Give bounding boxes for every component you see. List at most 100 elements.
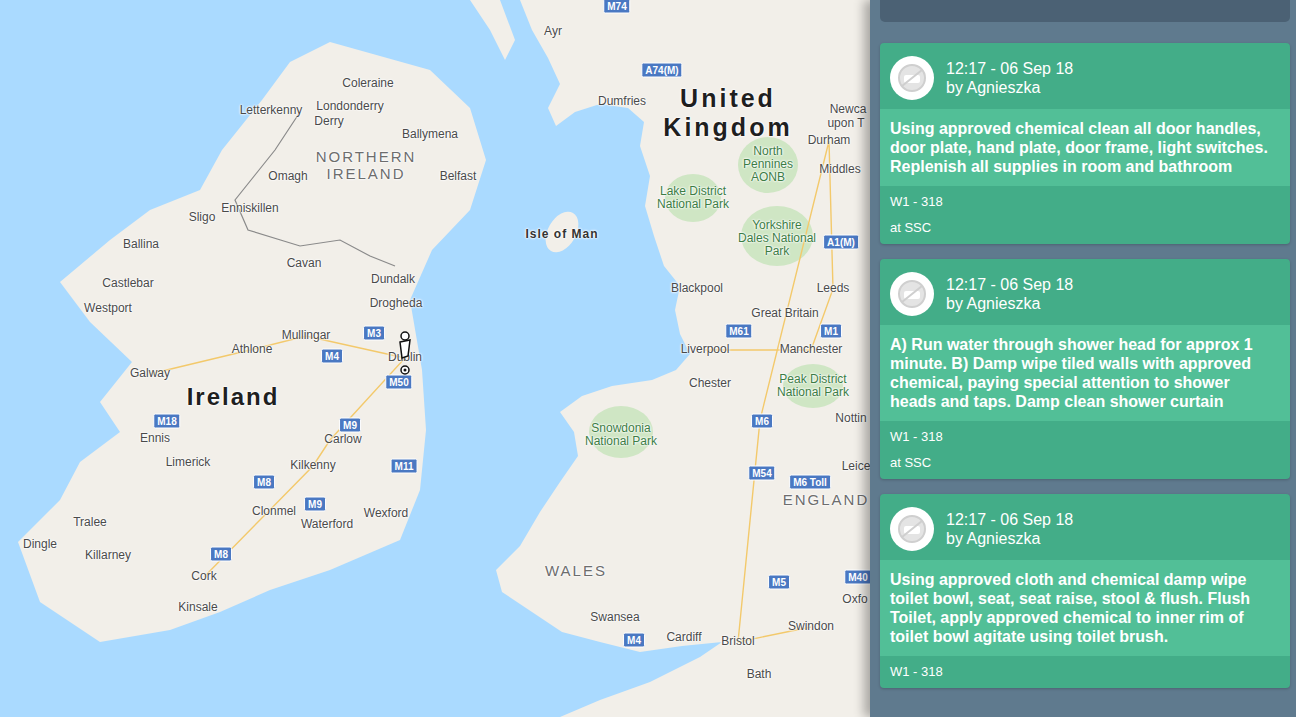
road-shield[interactable]: M61 (725, 324, 752, 339)
road-shield[interactable]: M11 (391, 459, 418, 474)
map-label[interactable]: Nottin (835, 412, 866, 425)
road-shield[interactable]: A1(M) (823, 235, 859, 250)
map-label[interactable]: Waterford (301, 518, 353, 531)
road-shield[interactable]: M1 (820, 324, 842, 339)
map-label[interactable]: Durham (808, 134, 851, 147)
map-label[interactable]: Blackpool (671, 282, 723, 295)
card-meta: 12:17 - 06 Sep 18by Agnieszka (946, 275, 1073, 313)
card-time: 12:17 - 06 Sep 18 (946, 275, 1073, 294)
road-shield[interactable]: M50 (385, 375, 412, 390)
map-label[interactable]: Manchester (780, 343, 843, 356)
map-label[interactable]: North Pennines AONB (733, 145, 803, 185)
road-shield[interactable]: A74(M) (641, 63, 682, 78)
road-shield[interactable]: M8 (253, 475, 275, 490)
feed-card[interactable]: 12:17 - 06 Sep 18by AgnieszkaUsing appro… (880, 494, 1290, 688)
map-label[interactable]: Lake District National Park (648, 185, 738, 211)
map-label[interactable]: Clonmel (252, 505, 296, 518)
map-label[interactable]: NORTHERN IRELAND (306, 149, 426, 182)
feed-card[interactable]: 12:17 - 06 Sep 18by Agnieszka A) Run wate… (880, 259, 1290, 479)
card-footer: W1 - 318at SSC (880, 421, 1290, 479)
map-label[interactable]: WALES (545, 563, 607, 580)
card-author: by Agnieszka (946, 529, 1073, 548)
map-label[interactable]: Limerick (166, 456, 211, 469)
card-header: 12:17 - 06 Sep 18by Agnieszka (880, 259, 1290, 325)
map-label[interactable]: Ballymena (402, 128, 458, 141)
map-label[interactable]: Kilkenny (290, 459, 335, 472)
map-label[interactable]: Snowdonia National Park (576, 422, 666, 448)
feed-card[interactable]: 12:17 - 06 Sep 18by AgnieszkaUsing appro… (880, 43, 1290, 244)
map-label[interactable]: Castlebar (102, 277, 153, 290)
map-label[interactable]: Ayr (544, 25, 562, 38)
card-time: 12:17 - 06 Sep 18 (946, 59, 1073, 78)
map-label[interactable]: Bristol (721, 635, 754, 648)
road-shield[interactable]: M5 (768, 575, 790, 590)
map-label[interactable]: upon T (827, 117, 864, 130)
activity-feed[interactable]: 12:17 - 06 Sep 18by AgnieszkaUsing appro… (870, 0, 1296, 717)
map-label[interactable]: Middles (819, 163, 860, 176)
map-label[interactable]: Dingle (23, 538, 57, 551)
card-footer: W1 - 318 (880, 656, 1290, 688)
map-label[interactable]: Ballina (123, 238, 159, 251)
road-shield[interactable]: M54 (748, 466, 775, 481)
map-label[interactable]: Belfast (440, 170, 477, 183)
map-label[interactable]: Drogheda (370, 297, 423, 310)
map-label[interactable]: Derry (314, 115, 343, 128)
map-label[interactable]: Chester (689, 377, 731, 390)
map-label[interactable]: Galway (130, 367, 170, 380)
map-label[interactable]: Wexford (364, 507, 408, 520)
map-label[interactable]: Ireland (187, 384, 280, 410)
map[interactable]: Coleraine Letterkenny Londonderry Derry Ball… (0, 0, 870, 717)
map-label[interactable]: Tralee (73, 516, 107, 529)
map-label[interactable]: Mullingar (282, 329, 331, 342)
road-shield[interactable]: M18 (153, 414, 180, 429)
previous-card[interactable] (880, 0, 1290, 22)
road-shield[interactable]: M6 (751, 414, 773, 429)
map-label[interactable]: Cork (191, 570, 216, 583)
map-label[interactable]: Swindon (788, 620, 834, 633)
map-label[interactable]: Cardiff (666, 631, 701, 644)
road-shield[interactable]: M40 (844, 570, 870, 585)
map-label[interactable]: Leeds (817, 282, 850, 295)
map-label[interactable]: Dundalk (371, 273, 415, 286)
map-label[interactable]: Dumfries (598, 95, 646, 108)
card-footer: W1 - 318at SSC (880, 186, 1290, 244)
card-message: A) Run water through shower head for app… (880, 325, 1290, 421)
map-label[interactable]: Letterkenny (240, 104, 303, 117)
map-label[interactable]: Carlow (324, 433, 361, 446)
map-label[interactable]: Newca (830, 103, 867, 116)
map-label[interactable]: Omagh (268, 170, 307, 183)
map-label[interactable]: Yorkshire Dales National Park (737, 219, 817, 259)
road-shield[interactable]: M8 (210, 547, 232, 562)
map-label[interactable]: Londonderry (316, 100, 383, 113)
person-pin-icon[interactable] (394, 330, 416, 378)
card-meta: 12:17 - 06 Sep 18by Agnieszka (946, 59, 1073, 97)
map-label[interactable]: Sligo (189, 211, 216, 224)
road-shield[interactable]: M4 (623, 633, 645, 648)
road-shield[interactable]: M9 (304, 497, 326, 512)
map-label[interactable]: Westport (84, 302, 132, 315)
road-shield[interactable]: M4 (321, 349, 343, 364)
map-label[interactable]: Coleraine (342, 77, 393, 90)
road-shield[interactable]: M9 (339, 418, 361, 433)
map-label[interactable]: Ennis (140, 432, 170, 445)
card-message: Using approved cloth and chemical damp w… (880, 560, 1290, 656)
map-label[interactable]: Great Britain (751, 307, 818, 320)
map-label[interactable]: Leice (842, 460, 870, 473)
map-label[interactable]: Killarney (85, 549, 131, 562)
road-shield[interactable]: M74 (603, 0, 630, 14)
map-label[interactable]: Oxfo (842, 593, 867, 606)
card-header: 12:17 - 06 Sep 18by Agnieszka (880, 494, 1290, 560)
map-label[interactable]: Kinsale (178, 601, 217, 614)
map-label[interactable]: Peak District National Park (768, 373, 858, 399)
map-label[interactable]: Enniskillen (221, 202, 278, 215)
map-label[interactable]: Isle of Man (525, 228, 598, 241)
map-label[interactable]: Cavan (287, 257, 322, 270)
map-label[interactable]: Bath (747, 668, 772, 681)
map-label[interactable]: Athlone (232, 343, 273, 356)
map-label[interactable]: ENGLAND (783, 492, 870, 509)
map-label[interactable]: United Kingdom (648, 84, 808, 142)
road-shield[interactable]: M6 Toll (789, 475, 831, 490)
map-label[interactable]: Swansea (590, 611, 639, 624)
road-shield[interactable]: M3 (363, 326, 385, 341)
map-label[interactable]: Liverpool (681, 343, 730, 356)
